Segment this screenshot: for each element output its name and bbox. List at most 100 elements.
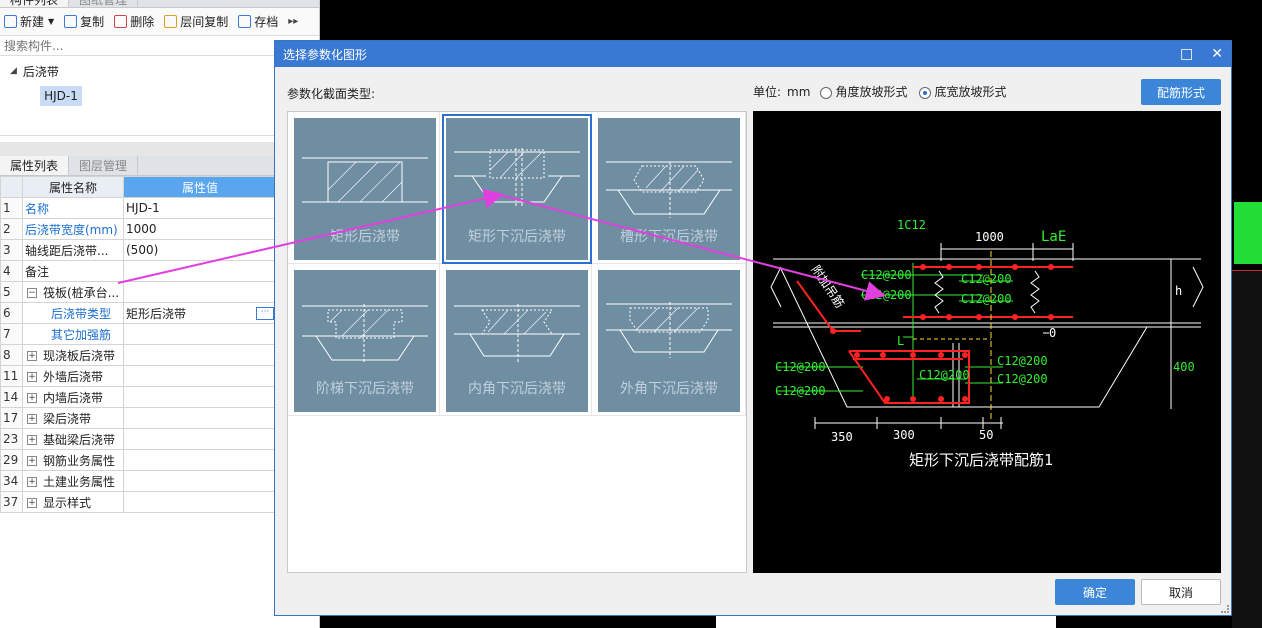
panel-divider[interactable] <box>0 142 276 156</box>
property-value[interactable]: (500) <box>123 239 277 261</box>
maximize-icon[interactable]: □ <box>1180 46 1193 62</box>
shape-label: 矩形后浇带 <box>330 229 400 245</box>
property-value[interactable]: HJD-1 <box>123 197 277 219</box>
canvas-edge-strip <box>1232 270 1262 628</box>
component-toolbar: 新建 ▼ 复制 删除 层间复制 存档 ▸▸ <box>0 8 319 36</box>
row-number: 29 <box>0 449 23 471</box>
property-group[interactable]: + 土建业务属性 <box>22 470 124 492</box>
property-name: 外墙后浇带 <box>43 369 104 384</box>
shape-label: 矩形下沉后浇带 <box>468 229 566 245</box>
floor-copy-button[interactable]: 层间复制 <box>164 13 228 30</box>
radio-selected-icon[interactable] <box>919 86 932 99</box>
table-row[interactable]: 14 + 内墙后浇带 <box>0 386 277 408</box>
row-number: 34 <box>0 470 23 492</box>
new-button[interactable]: 新建 ▼ <box>4 13 54 30</box>
property-group[interactable]: + 基础梁后浇带 <box>22 428 124 450</box>
ellipsis-button[interactable]: ··· <box>256 306 274 320</box>
table-row-selected[interactable]: 6 后浇带类型 矩形后浇带 ··· <box>0 302 277 324</box>
property-value <box>123 386 277 408</box>
property-group[interactable]: + 内墙后浇带 <box>22 386 124 408</box>
expand-icon[interactable]: + <box>27 351 37 361</box>
delete-button[interactable]: 删除 <box>114 13 154 30</box>
property-group[interactable]: + 显示样式 <box>22 491 124 513</box>
property-group[interactable]: + 梁后浇带 <box>22 407 124 429</box>
property-name: 后浇带宽度(mm) <box>22 218 124 240</box>
ok-button[interactable]: 确定 <box>1055 579 1135 605</box>
toolbar-overflow-icon[interactable]: ▸▸ <box>288 16 298 27</box>
unit-row: 单位: mm 角度放坡形式 底宽放坡形式 <box>753 83 1006 100</box>
expand-icon[interactable]: + <box>27 498 37 508</box>
search-input[interactable] <box>0 36 276 56</box>
property-value <box>123 281 277 303</box>
property-value <box>123 365 277 387</box>
table-row[interactable]: 4 备注 <box>0 260 277 282</box>
chevron-down-icon[interactable]: ▼ <box>48 17 54 26</box>
expand-icon[interactable]: + <box>27 393 37 403</box>
close-icon[interactable]: ✕ <box>1211 46 1223 62</box>
shape-rect-post-cast[interactable]: 矩形后浇带 <box>294 118 436 260</box>
table-row[interactable]: 23 + 基础梁后浇带 <box>0 428 277 450</box>
row-number: 6 <box>0 302 23 324</box>
property-group[interactable]: + 钢筋业务属性 <box>22 449 124 471</box>
shape-inner-corner-sunk-post-cast[interactable]: 内角下沉后浇带 <box>446 270 588 412</box>
tab-property-list[interactable]: 属性列表 <box>0 156 70 175</box>
table-row[interactable]: 2 后浇带宽度(mm) 1000 <box>0 218 277 240</box>
property-value[interactable]: 1000 <box>123 218 277 240</box>
label-h: h <box>1175 284 1182 298</box>
shape-rect-sunk-post-cast[interactable]: 矩形下沉后浇带 <box>442 114 592 264</box>
property-group[interactable]: − 筏板(桩承台... <box>22 281 124 303</box>
table-row[interactable]: 34 + 土建业务属性 <box>0 470 277 492</box>
copy-button[interactable]: 复制 <box>64 13 104 30</box>
label-width: 1000 <box>975 230 1004 244</box>
property-value-editor[interactable]: 矩形后浇带 ··· <box>123 302 277 324</box>
expand-icon[interactable]: + <box>27 477 37 487</box>
table-row[interactable]: 1 名称 HJD-1 <box>0 197 277 219</box>
radio-angle-slope[interactable]: 角度放坡形式 <box>820 83 907 100</box>
tab-component-list[interactable]: 构件列表 <box>0 0 70 7</box>
tab-layer-management[interactable]: 图层管理 <box>69 156 139 175</box>
tree-node-post-cast-strip[interactable]: ◢ 后浇带 <box>0 62 276 80</box>
table-row[interactable]: 7 其它加强筋 <box>0 323 277 345</box>
label-top-bar: 1C12 <box>897 218 926 232</box>
expand-icon[interactable]: + <box>27 372 37 382</box>
row-number: 4 <box>0 260 23 282</box>
expand-icon[interactable]: + <box>27 456 37 466</box>
table-row[interactable]: 3 轴线距后浇带... (500) <box>0 239 277 261</box>
dialog-title-bar[interactable]: 选择参数化图形 □ ✕ <box>275 41 1231 67</box>
table-row[interactable]: 29 + 钢筋业务属性 <box>0 449 277 471</box>
shape-grid: 矩形后浇带 矩形下沉后浇带 槽形下沉后浇带 阶梯下沉后浇带 内角下沉后浇带 外角… <box>287 111 747 573</box>
property-value[interactable] <box>123 323 277 345</box>
expand-icon[interactable]: + <box>27 414 37 424</box>
new-file-icon <box>4 15 17 28</box>
property-group[interactable]: + 现浇板后浇带 <box>22 344 124 366</box>
property-value[interactable] <box>123 260 277 282</box>
expand-icon[interactable]: + <box>27 435 37 445</box>
shape-outer-corner-sunk-post-cast[interactable]: 外角下沉后浇带 <box>598 270 740 412</box>
table-row[interactable]: 17 + 梁后浇带 <box>0 407 277 429</box>
archive-button[interactable]: 存档 <box>238 13 278 30</box>
resize-grip-icon[interactable] <box>1221 605 1229 613</box>
shape-label: 槽形下沉后浇带 <box>620 229 718 245</box>
tab-drawing-management[interactable]: 图纸管理 <box>69 0 139 7</box>
collapse-icon[interactable]: − <box>27 288 37 298</box>
property-value <box>123 449 277 471</box>
radio-angle-label: 角度放坡形式 <box>835 85 908 99</box>
radio-width-slope[interactable]: 底宽放坡形式 <box>919 83 1006 100</box>
radio-icon[interactable] <box>820 86 833 99</box>
label-rebar: C12@200 <box>775 384 826 398</box>
shape-step-sunk-post-cast[interactable]: 阶梯下沉后浇带 <box>294 270 436 412</box>
cancel-button[interactable]: 取消 <box>1141 579 1221 605</box>
tree-item-hjd-1[interactable]: HJD-1 <box>40 86 82 106</box>
shape-groove-sunk-post-cast[interactable]: 槽形下沉后浇带 <box>598 118 740 260</box>
delete-icon <box>114 15 128 28</box>
rebar-form-button[interactable]: 配筋形式 <box>1141 79 1221 105</box>
table-row[interactable]: 37 + 显示样式 <box>0 491 277 513</box>
label-dim-300: 300 <box>893 428 915 442</box>
property-group[interactable]: + 外墙后浇带 <box>22 365 124 387</box>
table-row[interactable]: 5 − 筏板(桩承台... <box>0 281 277 303</box>
table-row[interactable]: 11 + 外墙后浇带 <box>0 365 277 387</box>
shape-label: 阶梯下沉后浇带 <box>316 381 414 397</box>
label-depth: 400 <box>1173 360 1195 374</box>
collapse-triangle-icon[interactable]: ◢ <box>10 66 17 76</box>
table-row[interactable]: 8 + 现浇板后浇带 <box>0 344 277 366</box>
